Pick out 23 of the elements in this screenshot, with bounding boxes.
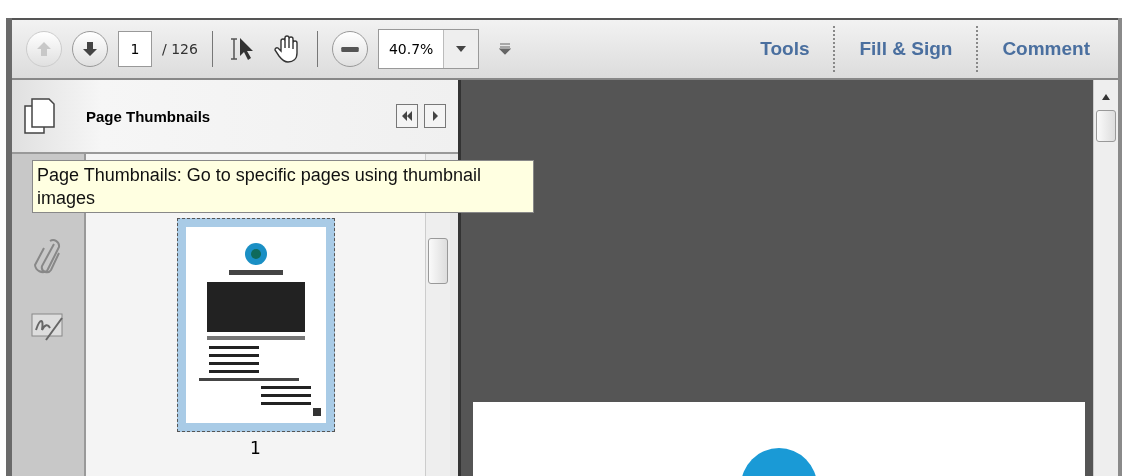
collapse-panel-button[interactable]	[396, 104, 418, 128]
page-thumbnail[interactable]	[176, 218, 335, 432]
scrollbar-thumb[interactable]	[1096, 110, 1116, 142]
pages-icon[interactable]	[22, 96, 58, 136]
next-page-button[interactable]	[72, 31, 108, 67]
scrollbar-thumb[interactable]	[428, 238, 448, 284]
page-number-field[interactable]: 1	[118, 31, 152, 67]
expand-panel-button[interactable]	[424, 104, 446, 128]
task-pane-button[interactable]: Comment	[988, 38, 1104, 60]
toolbar-options-icon[interactable]	[499, 43, 512, 55]
tooltip: Page Thumbnails: Go to specific pages using thumbnail images	[32, 160, 534, 213]
zoom-out-button[interactable]	[331, 31, 368, 67]
panel-title: Page Thumbnails	[86, 107, 212, 125]
scroll-up-icon[interactable]	[1102, 94, 1110, 100]
page-number-label: 1	[250, 438, 261, 458]
task-pane-button[interactable]: Fill & Sign	[845, 38, 967, 60]
zoom-field[interactable]: 40.7%	[377, 29, 480, 69]
caret-icon[interactable]	[456, 46, 467, 52]
page-count: / 126	[162, 41, 198, 57]
minus-icon	[340, 46, 359, 52]
right-arrow-icon	[431, 111, 439, 121]
double-left-arrow-icon	[401, 111, 413, 121]
task-pane-button[interactable]: Tools	[746, 38, 824, 60]
